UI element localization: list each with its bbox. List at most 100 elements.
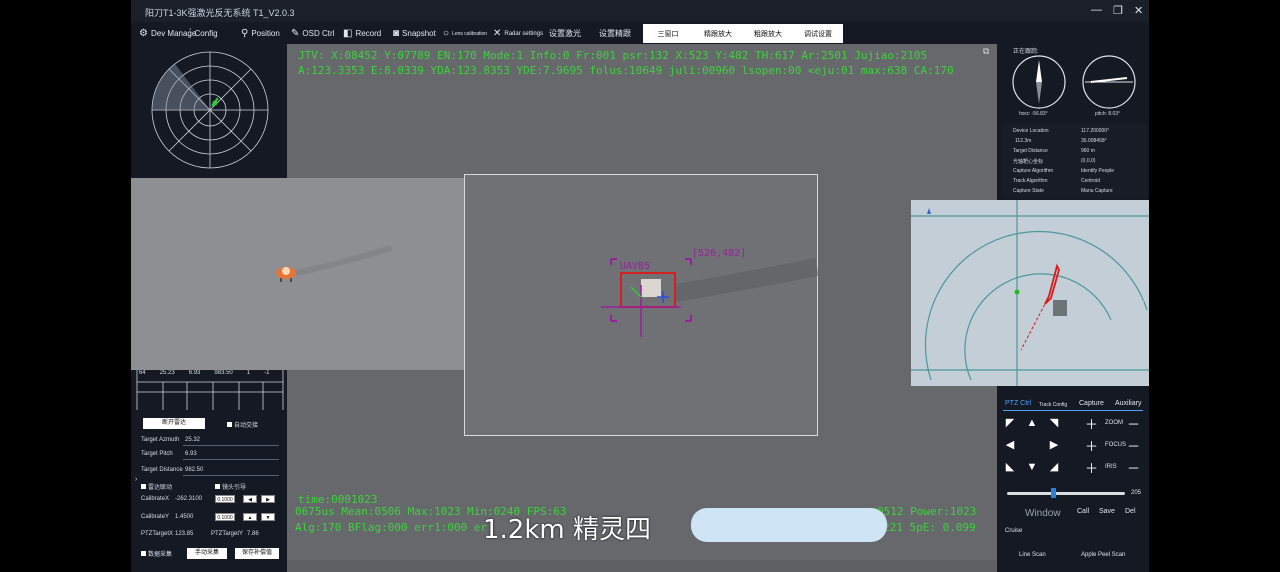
device-icon: ⚙ <box>139 28 148 39</box>
info-value: 36.008458° <box>1081 138 1107 144</box>
calibrate-x-plus-button[interactable]: ▶ <box>261 495 275 503</box>
target-coord: [526,482] <box>692 248 747 259</box>
data-collect-checkbox[interactable]: 数据采集 <box>141 549 172 558</box>
stats-cell: -1 <box>264 370 270 376</box>
map-panel[interactable] <box>911 200 1149 386</box>
set-laser-menu[interactable]: 设置激光 <box>549 28 581 39</box>
calibrate-y-step-input[interactable]: 0.1000 <box>215 513 235 521</box>
dev-manage-menu[interactable]: ⚙ Dev Manage <box>139 28 196 39</box>
ptz-target-y-value: 7.86 <box>247 531 259 537</box>
pan-up-button[interactable]: ▲ <box>1025 416 1039 430</box>
pan-up-right-button[interactable]: ◥ <box>1047 416 1061 430</box>
iris-open-button[interactable]: ＋ <box>1085 458 1098 477</box>
blurred-emoji-overlay <box>691 508 887 542</box>
pan-down-right-button[interactable]: ◢ <box>1047 460 1061 474</box>
auto-handover-label: 自动交接 <box>234 423 259 429</box>
calibrate-y-down-button[interactable]: ▼ <box>261 513 275 521</box>
auto-handover-checkbox[interactable]: 自动交接 <box>227 420 258 429</box>
tab-coarse-zoom[interactable]: 粗跟放大 <box>743 24 793 43</box>
collapse-arrow-icon[interactable]: › <box>135 476 137 483</box>
lens-calibration-menu[interactable]: ○ Lens calibration <box>443 28 487 39</box>
apple-peel-scan-button[interactable]: Apple Peel Scan <box>1081 552 1125 558</box>
pan-down-left-button[interactable]: ◣ <box>1003 460 1017 474</box>
calibrate-x-label: CalibrateX <box>141 496 170 502</box>
focus-out-button[interactable]: － <box>1127 436 1140 455</box>
record-label: Record <box>355 29 382 38</box>
stats-cell: 6.93 <box>188 370 201 376</box>
target-distance-label: Target Distance <box>141 467 183 473</box>
divider <box>183 475 279 476</box>
tab-capture[interactable]: Capture <box>1079 400 1104 407</box>
target-distance-value: 982.50 <box>185 467 204 473</box>
stats-cell: 25.23 <box>159 370 175 376</box>
pan-right-button[interactable]: ▶ <box>1047 438 1061 452</box>
snapshot-menu[interactable]: ◙ Snapshot <box>393 28 436 39</box>
radar-scope <box>151 51 269 169</box>
ptz-panel: PTZ Ctrl Track Config Capture Auxiliary … <box>997 394 1149 572</box>
focus-in-button[interactable]: ＋ <box>1085 436 1098 455</box>
position-menu[interactable]: ⚲ Position <box>241 28 280 39</box>
horizontal-compass <box>1012 55 1066 109</box>
info-value: Identify People <box>1081 168 1115 174</box>
speed-slider[interactable] <box>1007 492 1125 495</box>
close-button[interactable]: ✕ <box>1134 4 1143 17</box>
tab-fine-zoom[interactable]: 精跟放大 <box>693 24 743 43</box>
radar-settings-menu[interactable]: ✕ Radar settings <box>493 28 543 39</box>
record-menu[interactable]: ◧ Record <box>343 28 381 39</box>
tab-auxiliary[interactable]: Auxiliary <box>1115 400 1141 407</box>
calibrate-y-up-button[interactable]: ▲ <box>243 513 257 521</box>
delete-preset-button[interactable]: Del <box>1125 508 1136 515</box>
tracking-window[interactable] <box>464 174 819 436</box>
info-value: 117.200000° <box>1081 128 1110 134</box>
map-view <box>911 200 1149 386</box>
zoom-in-button[interactable]: ＋ <box>1085 414 1098 433</box>
set-laser-label: 设置激光 <box>549 29 581 38</box>
save-compensation-button[interactable]: 保存补偿值 <box>235 548 279 559</box>
speed-slider-handle[interactable] <box>1051 488 1056 498</box>
divider <box>183 459 279 460</box>
line-scan-button[interactable]: Line Scan <box>1019 552 1046 558</box>
set-precision-menu[interactable]: 设置精跟 <box>599 28 631 39</box>
next-arrow-icon[interactable]: › <box>1142 292 1146 306</box>
restore-button[interactable]: ❐ <box>1113 4 1123 17</box>
set-precision-label: 设置精跟 <box>599 29 631 38</box>
iris-label: IRIS <box>1105 464 1117 470</box>
tab-debug-settings[interactable]: 调试设置 <box>793 24 843 43</box>
video-main[interactable]: UAV85 [526,482] JTV: X:08452 Y:07789 EN:… <box>131 44 997 560</box>
info-label: Track Algorithm <box>1013 178 1048 184</box>
osd-line-3b: 0512 Power:1023 <box>877 505 977 518</box>
pan-down-button[interactable]: ▼ <box>1025 460 1039 474</box>
config-menu[interactable]: ⫶ Config <box>189 28 218 39</box>
zoom-label: ZOOM <box>1105 420 1123 426</box>
zoom-out-button[interactable]: － <box>1127 414 1140 433</box>
lens-guide-checkbox[interactable]: 镜头引导 <box>215 482 246 491</box>
save-preset-button[interactable]: Save <box>1099 508 1115 515</box>
ptz-target-x-value: 123.85 <box>175 531 194 537</box>
stats-row: 64 25.23 6.93 983.50 1 -1 <box>139 370 269 376</box>
iris-close-button[interactable]: － <box>1127 458 1140 477</box>
radar-display <box>135 46 285 176</box>
tab-track-config[interactable]: Track Config <box>1039 402 1067 408</box>
calibrate-x-step-input[interactable]: 0.1000 <box>215 495 235 503</box>
expand-icon[interactable]: ⧉ <box>983 46 989 57</box>
pan-up-left-button[interactable]: ◤ <box>1003 416 1017 430</box>
video-caption: 1.2km 精灵四 <box>483 515 651 545</box>
tab-three-window[interactable]: 三窗口 <box>643 24 693 43</box>
info-value: Manu Capture <box>1081 188 1113 194</box>
minimize-button[interactable]: — <box>1091 4 1102 16</box>
call-button[interactable]: Call <box>1077 508 1089 515</box>
ptz-target-x-label: PTZTargetX <box>141 531 174 537</box>
osd-ctrl-menu[interactable]: ✎ OSD Ctrl <box>291 28 334 39</box>
manual-collect-button[interactable]: 手动采集 <box>187 548 227 559</box>
snapshot-label: Snapshot <box>402 29 436 38</box>
pan-left-button[interactable]: ◀ <box>1003 438 1017 452</box>
radar-settings-label: Radar settings <box>504 30 544 37</box>
stats-cell: 64 <box>139 370 146 376</box>
calibrate-x-minus-button[interactable]: ◀ <box>243 495 257 503</box>
divider <box>183 445 279 446</box>
disconnect-radar-button[interactable]: 断开雷达 <box>143 418 205 429</box>
radar-link-checkbox[interactable]: 雷达联动 <box>141 482 172 491</box>
tab-underline <box>1003 410 1143 411</box>
stats-table <box>136 370 284 410</box>
tab-ptz-ctrl[interactable]: PTZ Ctrl <box>1005 400 1031 407</box>
